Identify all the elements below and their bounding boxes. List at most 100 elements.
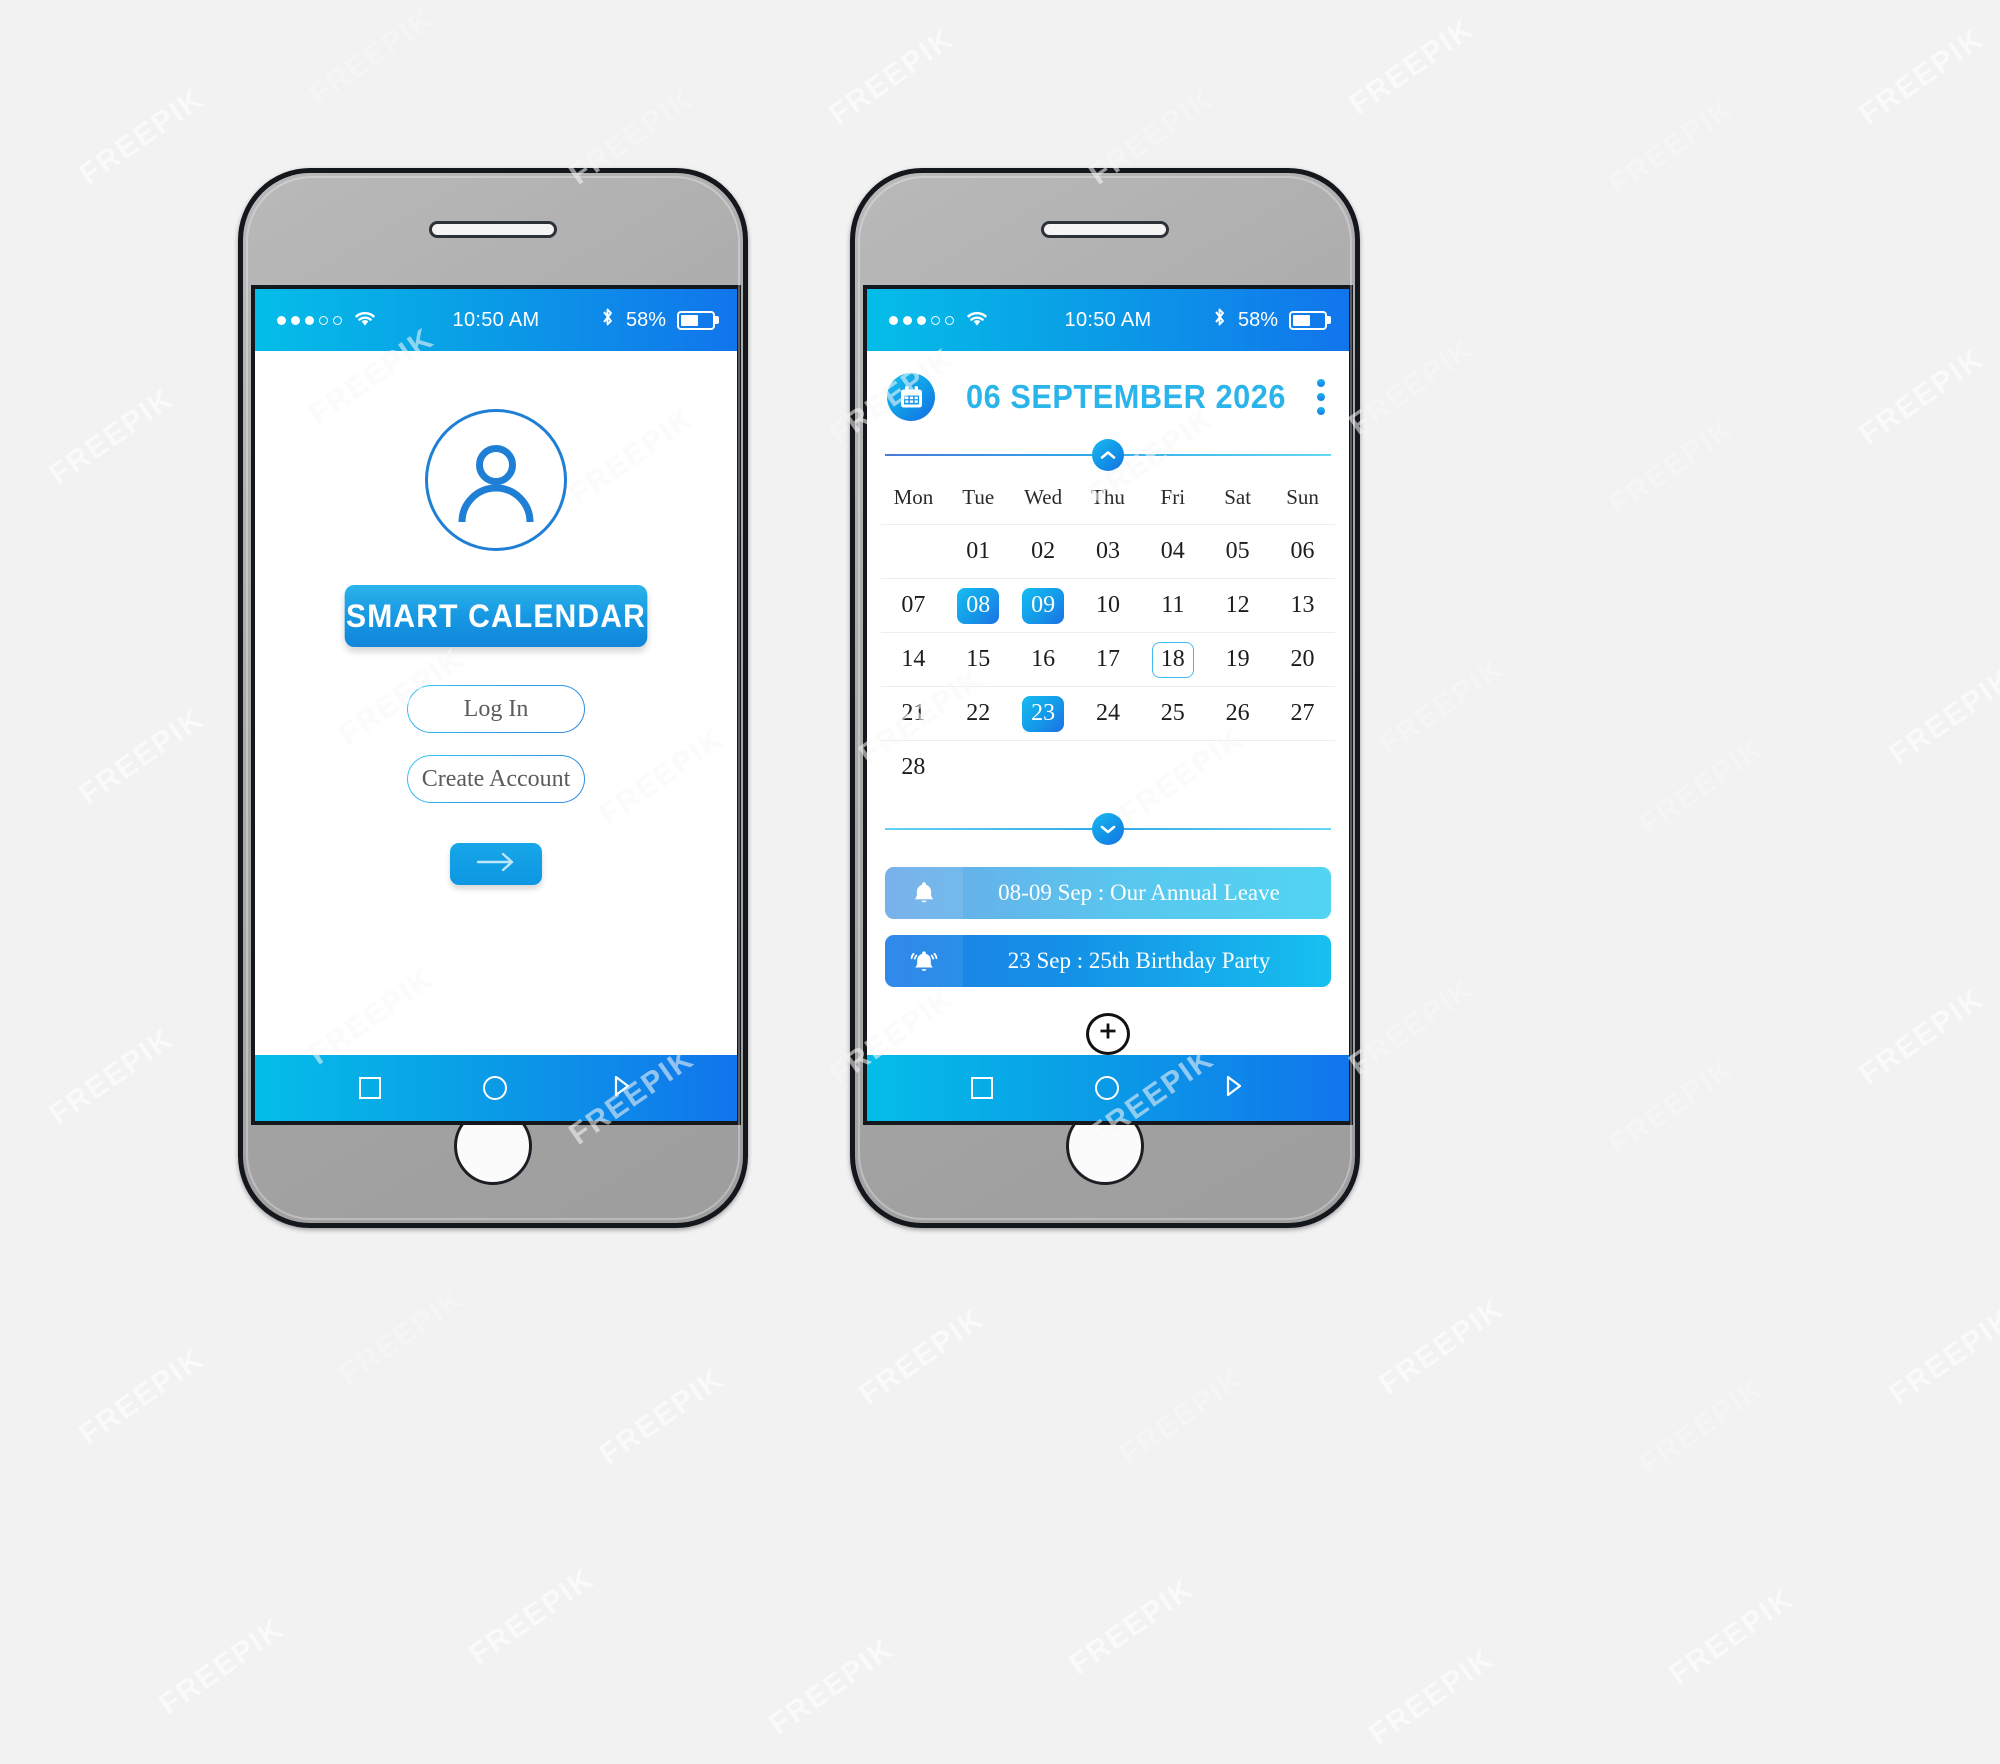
calendar-day-cell[interactable]: 07: [881, 578, 946, 633]
calendar-day-cell[interactable]: 23: [1010, 686, 1076, 741]
calendar-grid: Mon Tue Wed Thu Fri Sat Sun 01 02 03 04 05 06…: [881, 477, 1335, 795]
calendar-week-row: 07 08 09 10 11 12 13: [881, 578, 1335, 633]
calendar-icon[interactable]: [887, 373, 935, 421]
calendar-day-label: 03: [1095, 538, 1120, 565]
bell-ringing-icon: [885, 934, 963, 987]
event-item[interactable]: 23 Sep : 25th Birthday Party: [885, 934, 1331, 987]
earpiece-speaker: [429, 221, 557, 238]
status-bar-left: [277, 308, 378, 333]
calendar-day-label: 05: [1225, 538, 1250, 565]
weekday-mon: Mon: [893, 485, 934, 510]
plus-icon: [1097, 1020, 1119, 1047]
kebab-menu-icon[interactable]: [1317, 379, 1329, 415]
calendar-day-cell[interactable]: 08: [945, 578, 1011, 633]
square-icon[interactable]: [359, 1077, 381, 1099]
calendar-day-cell[interactable]: 19: [1205, 632, 1271, 687]
battery-percent-label-2: 58%: [1237, 308, 1278, 331]
calendar-day-cell[interactable]: 16: [1010, 632, 1076, 687]
calendar-week-row: 01 02 03 04 05 06: [881, 524, 1335, 579]
login-screen: 10:50 AM 58% SMART CALENDAR Log In Creat…: [251, 285, 741, 1125]
calendar-content: 06 SEPTEMBER 2026 Mon Tue Wed Thu Fri Sa…: [867, 351, 1349, 1055]
weekday-sat: Sat: [1224, 485, 1252, 510]
chevron-up-icon: [1092, 439, 1124, 472]
event-list: 08-09 Sep : Our Annual Leave 23 Sep: 25…: [881, 866, 1335, 987]
circle-icon[interactable]: [483, 1076, 507, 1100]
status-bar: 10:50 AM 58%: [255, 289, 737, 351]
watermark: FREEPIK: [333, 1281, 471, 1392]
status-bar-time-2: 10:50 AM: [1064, 308, 1152, 331]
weekday-tue: Tue: [962, 485, 995, 510]
calendar-day-label: 20: [1290, 646, 1315, 673]
watermark: FREEPIK: [823, 21, 961, 132]
watermark: FREEPIK: [853, 1301, 991, 1412]
watermark: FREEPIK: [1633, 1371, 1771, 1482]
watermark: FREEPIK: [1063, 1571, 1201, 1682]
calendar-day-empty: [1205, 740, 1271, 795]
watermark: FREEPIK: [1633, 731, 1771, 842]
calendar-day-cell[interactable]: 03: [1075, 524, 1141, 579]
calendar-day-cell[interactable]: 14: [881, 632, 946, 687]
add-event-button[interactable]: [1086, 1012, 1130, 1055]
calendar-day-cell[interactable]: 18: [1140, 632, 1206, 687]
calendar-day-cell[interactable]: 22: [945, 686, 1011, 741]
watermark: FREEPIK: [1603, 411, 1741, 522]
square-icon[interactable]: [971, 1077, 993, 1099]
calendar-day-cell[interactable]: 27: [1270, 686, 1335, 741]
watermark: FREEPIK: [1853, 341, 1991, 452]
submit-button[interactable]: [450, 843, 542, 885]
weekday-fri: Fri: [1160, 485, 1186, 510]
collapse-down-control[interactable]: [885, 812, 1331, 845]
page-title: 06 SEPTEMBER 2026: [966, 378, 1286, 415]
calendar-day-cell[interactable]: 06: [1270, 524, 1335, 579]
phone-device-login: 10:50 AM 58% SMART CALENDAR Log In Creat…: [238, 168, 748, 1228]
arrow-right-icon: [472, 850, 520, 879]
calendar-day-label: 07: [901, 592, 926, 619]
calendar-day-empty: [1010, 740, 1076, 795]
calendar-day-cell[interactable]: 20: [1270, 632, 1335, 687]
watermark: FREEPIK: [1883, 1301, 2000, 1412]
calendar-day-cell[interactable]: 28: [881, 740, 946, 795]
calendar-day-cell[interactable]: 02: [1010, 524, 1076, 579]
calendar-day-cell[interactable]: 11: [1140, 578, 1206, 633]
calendar-day-cell[interactable]: 09: [1010, 578, 1076, 633]
calendar-day-label: 04: [1160, 538, 1185, 565]
calendar-day-cell[interactable]: 21: [881, 686, 946, 741]
calendar-day-cell[interactable]: 13: [1270, 578, 1335, 633]
wifi-icon: [352, 308, 378, 333]
chevron-down-icon: [1092, 812, 1124, 845]
status-bar-2: 10:50 AM 58%: [867, 289, 1349, 351]
triangle-icon[interactable]: [609, 1073, 633, 1104]
calendar-day-cell[interactable]: 12: [1205, 578, 1271, 633]
login-content: SMART CALENDAR Log In Create Account: [255, 351, 737, 1055]
calendar-day-label: 21: [901, 700, 926, 727]
watermark: FREEPIK: [1603, 91, 1741, 202]
triangle-icon[interactable]: [1221, 1073, 1245, 1104]
brand-title-button[interactable]: SMART CALENDAR: [344, 585, 648, 647]
calendar-day-cell[interactable]: 25: [1140, 686, 1206, 741]
calendar-day-label: 02: [1031, 538, 1056, 565]
calendar-day-cell[interactable]: 26: [1205, 686, 1271, 741]
calendar-day-cell[interactable]: 05: [1205, 524, 1271, 579]
login-button[interactable]: Log In: [407, 685, 585, 733]
calendar-day-cell[interactable]: 10: [1075, 578, 1141, 633]
create-account-button[interactable]: Create Account: [407, 755, 585, 803]
calendar-day-empty: [1270, 740, 1335, 795]
collapse-up-control[interactable]: [885, 439, 1331, 472]
calendar-day-cell[interactable]: 04: [1140, 524, 1206, 579]
watermark: FREEPIK: [1113, 1361, 1251, 1472]
circle-icon[interactable]: [1095, 1076, 1119, 1100]
event-item[interactable]: 08-09 Sep : Our Annual Leave: [885, 866, 1331, 919]
calendar-day-cell[interactable]: 24: [1075, 686, 1141, 741]
watermark: FREEPIK: [1343, 971, 1481, 1082]
watermark: FREEPIK: [1363, 1641, 1501, 1752]
login-button-label: Log In: [463, 695, 529, 722]
calendar-week-row: 14 15 16 17 18 19 20: [881, 632, 1335, 687]
calendar-day-cell[interactable]: 15: [945, 632, 1011, 687]
calendar-day-label: 16: [1031, 646, 1056, 673]
calendar-day-cell[interactable]: 01: [945, 524, 1011, 579]
create-account-button-label: Create Account: [421, 765, 571, 792]
watermark: FREEPIK: [1603, 1051, 1741, 1162]
calendar-day-label: 14: [901, 646, 926, 673]
calendar-day-label: 13: [1290, 592, 1315, 619]
calendar-day-cell[interactable]: 17: [1075, 632, 1141, 687]
